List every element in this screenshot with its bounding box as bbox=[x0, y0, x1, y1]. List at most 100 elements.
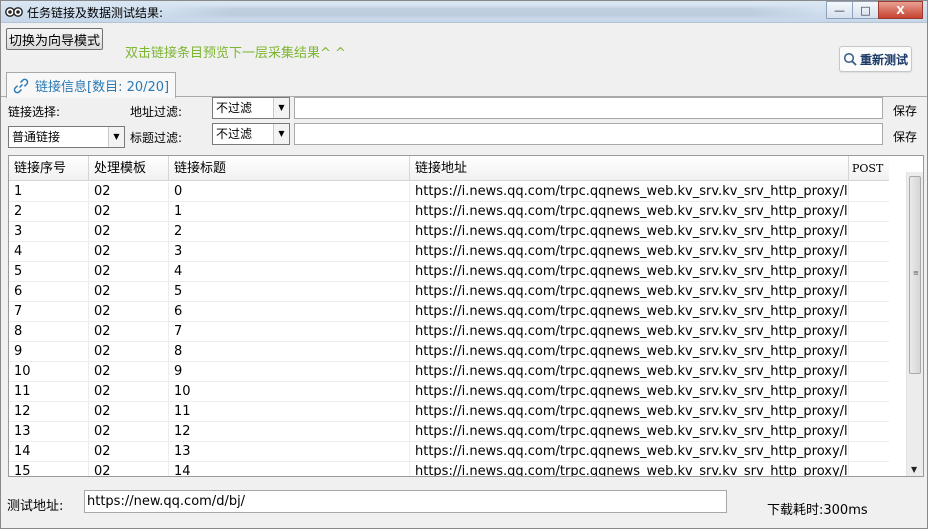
table-row[interactable]: 10 02 9 https://i.news.qq.com/trpc.qqnews_w… bbox=[9, 362, 889, 382]
link-type-value: 普通链接 bbox=[12, 130, 61, 144]
cell-post bbox=[849, 302, 889, 322]
table-row[interactable]: 5 02 4 https://i.news.qq.com/trpc.qqnews_we… bbox=[9, 262, 889, 282]
cell-post bbox=[849, 422, 889, 442]
cell-template: 02 bbox=[89, 342, 169, 362]
cell-template: 02 bbox=[89, 442, 169, 462]
tab-link-info-label: 链接信息[数目: 20/20] bbox=[35, 80, 170, 95]
cell-title: 6 bbox=[169, 302, 410, 322]
table-row[interactable]: 4 02 3 https://i.news.qq.com/trpc.qqnews_we… bbox=[9, 242, 889, 262]
title-filter-mode-value: 不过滤 bbox=[216, 127, 253, 141]
cell-post bbox=[849, 222, 889, 242]
retest-button[interactable]: 重新测试 bbox=[839, 46, 912, 72]
cell-index: 10 bbox=[9, 362, 89, 382]
cell-post bbox=[849, 202, 889, 222]
cell-url: https://i.news.qq.com/trpc.qqnews_web.kv… bbox=[410, 302, 849, 322]
test-url-input[interactable]: https://new.qq.com/d/bj/ bbox=[84, 490, 727, 513]
table-row[interactable]: 13 02 12 https://i.news.qq.com/trpc.qqnews_… bbox=[9, 422, 889, 442]
cell-url: https://i.news.qq.com/trpc.qqnews_web.kv… bbox=[410, 202, 849, 222]
cell-post bbox=[849, 342, 889, 362]
table-row[interactable]: 7 02 6 https://i.news.qq.com/trpc.qqnews_we… bbox=[9, 302, 889, 322]
cell-index: 12 bbox=[9, 402, 89, 422]
maximize-button[interactable]: □ bbox=[852, 1, 879, 19]
chevron-down-icon: ▼ bbox=[273, 98, 289, 118]
window-title: 任务链接及数据测试结果: bbox=[27, 6, 164, 20]
cell-url: https://i.news.qq.com/trpc.qqnews_web.kv… bbox=[410, 442, 849, 462]
link-type-select[interactable]: 普通链接 ▼ bbox=[8, 126, 125, 148]
chevron-down-icon: ▼ bbox=[108, 127, 124, 147]
cell-template: 02 bbox=[89, 302, 169, 322]
cell-url: https://i.news.qq.com/trpc.qqnews_web.kv… bbox=[410, 362, 849, 382]
title-bar[interactable]: 任务链接及数据测试结果: — □ X bbox=[1, 1, 927, 23]
url-filter-label: 地址过滤: bbox=[130, 105, 183, 119]
scroll-down-arrow-icon[interactable]: ▼ bbox=[911, 465, 917, 474]
cell-url: https://i.news.qq.com/trpc.qqnews_web.kv… bbox=[410, 242, 849, 262]
title-filter-mode-select[interactable]: 不过滤 ▼ bbox=[212, 123, 290, 145]
cell-template: 02 bbox=[89, 262, 169, 282]
table-row[interactable]: 9 02 8 https://i.news.qq.com/trpc.qqnews_we… bbox=[9, 342, 889, 362]
cell-url: https://i.news.qq.com/trpc.qqnews_web.kv… bbox=[410, 262, 849, 282]
cell-index: 15 bbox=[9, 462, 89, 476]
cell-template: 02 bbox=[89, 402, 169, 422]
cell-index: 6 bbox=[9, 282, 89, 302]
tab-strip: 链接信息[数目: 20/20] bbox=[1, 72, 927, 98]
table-row[interactable]: 6 02 5 https://i.news.qq.com/trpc.qqnews_we… bbox=[9, 282, 889, 302]
cell-post bbox=[849, 262, 889, 282]
cell-template: 02 bbox=[89, 202, 169, 222]
column-header-template[interactable]: 处理模板 bbox=[89, 156, 169, 181]
tab-link-info[interactable]: 链接信息[数目: 20/20] bbox=[6, 72, 176, 98]
cell-url: https://i.news.qq.com/trpc.qqnews_web.kv… bbox=[410, 402, 849, 422]
test-url-label: 测试地址: bbox=[7, 499, 64, 514]
link-select-label: 链接选择: bbox=[8, 105, 61, 119]
cell-post bbox=[849, 182, 889, 202]
cell-index: 5 bbox=[9, 262, 89, 282]
cell-title: 4 bbox=[169, 262, 410, 282]
cell-title: 12 bbox=[169, 422, 410, 442]
table-row[interactable]: 8 02 7 https://i.news.qq.com/trpc.qqnews_we… bbox=[9, 322, 889, 342]
cell-post bbox=[849, 382, 889, 402]
vertical-scrollbar[interactable]: ≡ ▼ bbox=[906, 172, 923, 476]
column-header-post[interactable]: POST bbox=[849, 156, 889, 181]
cell-template: 02 bbox=[89, 222, 169, 242]
cell-template: 02 bbox=[89, 282, 169, 302]
table-row[interactable]: 11 02 10 https://i.news.qq.com/trpc.qqnews_… bbox=[9, 382, 889, 402]
window-controls: — □ X bbox=[826, 1, 923, 21]
cell-template: 02 bbox=[89, 422, 169, 442]
table-row[interactable]: 3 02 2 https://i.news.qq.com/trpc.qqnews_we… bbox=[9, 222, 889, 242]
url-filter-mode-value: 不过滤 bbox=[216, 101, 253, 115]
cell-post bbox=[849, 242, 889, 262]
column-header-index[interactable]: 链接序号 bbox=[9, 156, 89, 181]
column-header-url[interactable]: 链接地址 bbox=[410, 156, 849, 181]
cell-title: 3 bbox=[169, 242, 410, 262]
column-header-title[interactable]: 链接标题 bbox=[169, 156, 410, 181]
cell-template: 02 bbox=[89, 242, 169, 262]
cell-url: https://i.news.qq.com/trpc.qqnews_web.kv… bbox=[410, 282, 849, 302]
cell-post bbox=[849, 462, 889, 476]
owl-eyes-icon bbox=[5, 7, 23, 17]
table-row[interactable]: 14 02 13 https://i.news.qq.com/trpc.qqnews_… bbox=[9, 442, 889, 462]
grip-icon: ≡ bbox=[913, 269, 919, 277]
save-title-filter-button[interactable]: 保存 bbox=[893, 128, 917, 145]
url-filter-mode-select[interactable]: 不过滤 ▼ bbox=[212, 97, 290, 119]
cell-url: https://i.news.qq.com/trpc.qqnews_web.kv… bbox=[410, 422, 849, 442]
scrollbar-thumb[interactable]: ≡ bbox=[909, 176, 921, 374]
switch-wizard-mode-button[interactable]: 切换为向导模式 bbox=[6, 28, 103, 50]
task-test-window: 任务链接及数据测试结果: — □ X 切换为向导模式 双击链接条目预览下一层采集… bbox=[0, 0, 928, 529]
cell-template: 02 bbox=[89, 362, 169, 382]
cell-template: 02 bbox=[89, 462, 169, 476]
title-filter-label: 标题过滤: bbox=[130, 131, 183, 145]
table-row[interactable]: 1 02 0 https://i.news.qq.com/trpc.qqnews_we… bbox=[9, 182, 889, 202]
title-filter-input[interactable] bbox=[294, 123, 883, 145]
close-button[interactable]: X bbox=[878, 1, 923, 19]
save-url-filter-button[interactable]: 保存 bbox=[893, 102, 917, 119]
retest-label: 重新测试 bbox=[859, 52, 908, 67]
cell-title: 10 bbox=[169, 382, 410, 402]
table-row[interactable]: 15 02 14 https://i.news.qq.com/trpc.qqnews_… bbox=[9, 462, 889, 476]
cell-index: 8 bbox=[9, 322, 89, 342]
table-row[interactable]: 2 02 1 https://i.news.qq.com/trpc.qqnews_we… bbox=[9, 202, 889, 222]
cell-url: https://i.news.qq.com/trpc.qqnews_web.kv… bbox=[410, 222, 849, 242]
cell-url: https://i.news.qq.com/trpc.qqnews_web.kv… bbox=[410, 382, 849, 402]
table-body: 1 02 0 https://i.news.qq.com/trpc.qqnews_we… bbox=[9, 182, 889, 476]
url-filter-input[interactable] bbox=[294, 97, 883, 119]
minimize-button[interactable]: — bbox=[826, 1, 853, 19]
table-row[interactable]: 12 02 11 https://i.news.qq.com/trpc.qqnews_… bbox=[9, 402, 889, 422]
